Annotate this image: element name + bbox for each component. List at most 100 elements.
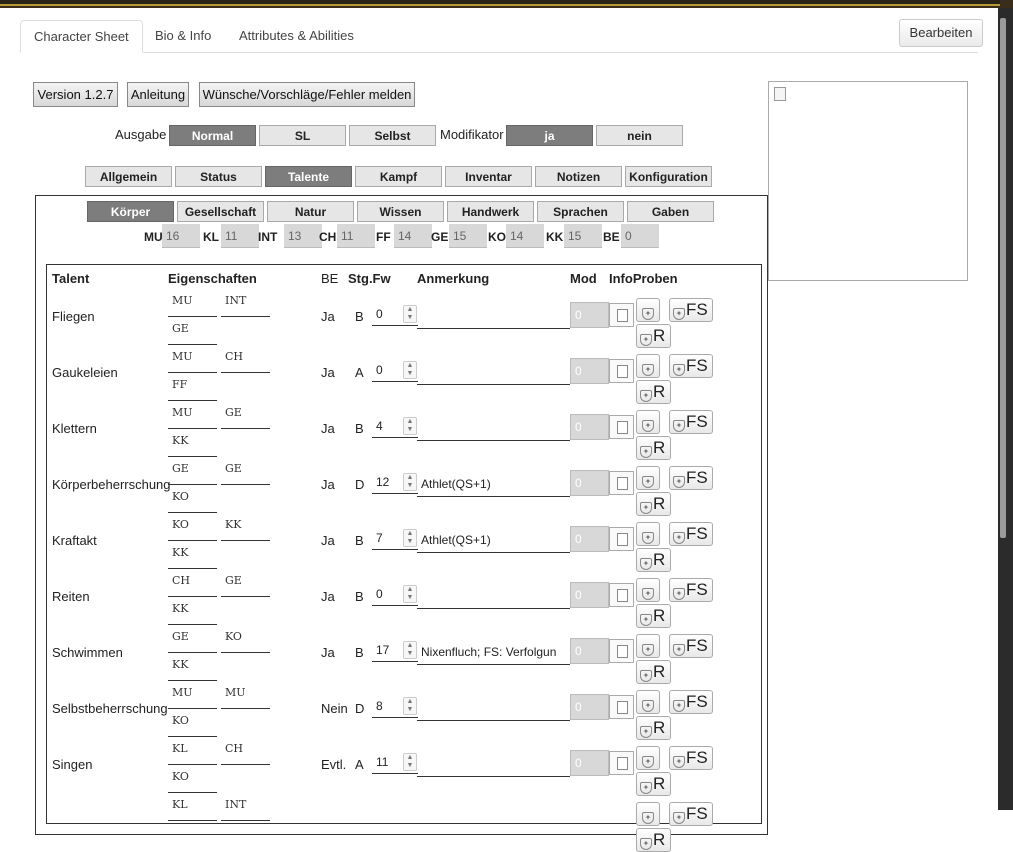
- probe-r-button[interactable]: ✦ R: [636, 716, 671, 740]
- anmerkung-input[interactable]: [417, 359, 570, 385]
- fw-spinner[interactable]: ▲ ▼: [403, 305, 417, 323]
- info-icon[interactable]: [609, 303, 634, 327]
- probe-button[interactable]: ✦: [636, 634, 660, 658]
- attribute-value-6[interactable]: 14: [506, 224, 544, 248]
- attribute-value-7[interactable]: 15: [564, 224, 602, 248]
- manual-button[interactable]: Anleitung: [127, 82, 189, 107]
- eigenschaft-3[interactable]: KK: [168, 543, 217, 569]
- attribute-value-4[interactable]: 14: [394, 224, 432, 248]
- eigenschaft-3[interactable]: KO: [168, 487, 217, 513]
- modifikator-option-nein[interactable]: nein: [596, 125, 683, 146]
- eigenschaft-1[interactable]: KL: [168, 739, 217, 765]
- info-icon[interactable]: [609, 695, 634, 719]
- probe-fs-button[interactable]: ✦ FS: [669, 690, 713, 714]
- eigenschaft-2[interactable]: CH: [221, 347, 270, 373]
- attribute-value-8[interactable]: 0: [621, 224, 659, 248]
- fw-spinner[interactable]: ▲ ▼: [403, 417, 417, 435]
- tab-attributes-abilities[interactable]: Attributes & Abilities: [226, 20, 367, 53]
- eigenschaft-1[interactable]: GE: [168, 627, 217, 653]
- eigenschaft-3[interactable]: KK: [168, 655, 217, 681]
- eigenschaft-1[interactable]: GE: [168, 459, 217, 485]
- edit-button[interactable]: Bearbeiten: [899, 19, 983, 47]
- fertigkeitswert-input[interactable]: 0 ▲ ▼: [372, 584, 418, 606]
- fertigkeitswert-input[interactable]: 17 ▲ ▼: [372, 640, 418, 662]
- section-tab-talente[interactable]: Talente: [265, 166, 352, 187]
- probe-button[interactable]: ✦: [636, 802, 660, 826]
- fertigkeitswert-input[interactable]: 12 ▲ ▼: [372, 472, 418, 494]
- probe-button[interactable]: ✦: [636, 298, 660, 322]
- probe-button[interactable]: ✦: [636, 578, 660, 602]
- character-portrait[interactable]: [768, 81, 968, 281]
- eigenschaft-2[interactable]: GE: [221, 403, 270, 429]
- mod-input[interactable]: 0: [570, 414, 609, 440]
- probe-r-button[interactable]: ✦ R: [636, 436, 671, 460]
- fertigkeitswert-input[interactable]: 4 ▲ ▼: [372, 416, 418, 438]
- fertigkeitswert-input[interactable]: 11 ▲ ▼: [372, 752, 418, 774]
- eigenschaft-1[interactable]: MU: [168, 291, 217, 317]
- section-tab-konfiguration[interactable]: Konfiguration: [625, 166, 712, 187]
- info-icon[interactable]: [609, 583, 634, 607]
- modifikator-option-ja[interactable]: ja: [506, 125, 593, 146]
- category-tab-sprachen[interactable]: Sprachen: [537, 201, 624, 222]
- mod-input[interactable]: 0: [570, 470, 609, 496]
- attribute-value-0[interactable]: 16: [162, 224, 200, 248]
- probe-fs-button[interactable]: ✦ FS: [669, 298, 713, 322]
- fw-spinner[interactable]: ▲ ▼: [403, 473, 417, 491]
- info-icon[interactable]: [609, 471, 634, 495]
- category-tab-gaben[interactable]: Gaben: [627, 201, 714, 222]
- eigenschaft-1[interactable]: MU: [168, 347, 217, 373]
- mod-input[interactable]: 0: [570, 750, 609, 776]
- info-icon[interactable]: [609, 639, 634, 663]
- section-tab-kampf[interactable]: Kampf: [355, 166, 442, 187]
- anmerkung-input[interactable]: [417, 583, 570, 609]
- section-tab-inventar[interactable]: Inventar: [445, 166, 532, 187]
- probe-button[interactable]: ✦: [636, 746, 660, 770]
- probe-r-button[interactable]: ✦ R: [636, 772, 671, 796]
- anmerkung-input[interactable]: [417, 303, 570, 329]
- probe-button[interactable]: ✦: [636, 466, 660, 490]
- eigenschaft-3[interactable]: FF: [168, 375, 217, 401]
- section-tab-notizen[interactable]: Notizen: [535, 166, 622, 187]
- info-icon[interactable]: [609, 415, 634, 439]
- mod-input[interactable]: 0: [570, 694, 609, 720]
- probe-button[interactable]: ✦: [636, 410, 660, 434]
- probe-fs-button[interactable]: ✦ FS: [669, 802, 713, 826]
- eigenschaft-2[interactable]: INT: [221, 795, 270, 821]
- ausgabe-option-sl[interactable]: SL: [259, 125, 346, 146]
- fw-spinner[interactable]: ▲ ▼: [403, 361, 417, 379]
- mod-input[interactable]: 0: [570, 526, 609, 552]
- probe-r-button[interactable]: ✦ R: [636, 380, 671, 404]
- category-tab-natur[interactable]: Natur: [267, 201, 354, 222]
- fw-spinner[interactable]: ▲ ▼: [403, 753, 417, 771]
- right-scrollbar-area[interactable]: [998, 8, 1013, 810]
- feedback-button[interactable]: Wünsche/Vorschläge/Fehler melden: [199, 82, 415, 107]
- section-tab-status[interactable]: Status: [175, 166, 262, 187]
- probe-button[interactable]: ✦: [636, 354, 660, 378]
- probe-fs-button[interactable]: ✦ FS: [669, 466, 713, 490]
- info-icon[interactable]: [609, 527, 634, 551]
- category-tab-koerper[interactable]: Körper: [87, 201, 174, 222]
- probe-r-button[interactable]: ✦ R: [636, 548, 671, 572]
- tab-character-sheet[interactable]: Character Sheet: [20, 20, 143, 53]
- ausgabe-option-selbst[interactable]: Selbst: [349, 125, 436, 146]
- category-tab-handwerk[interactable]: Handwerk: [447, 201, 534, 222]
- probe-fs-button[interactable]: ✦ FS: [669, 354, 713, 378]
- probe-fs-button[interactable]: ✦ FS: [669, 410, 713, 434]
- probe-button[interactable]: ✦: [636, 522, 660, 546]
- anmerkung-input[interactable]: [417, 415, 570, 441]
- category-tab-wissen[interactable]: Wissen: [357, 201, 444, 222]
- eigenschaft-2[interactable]: GE: [221, 459, 270, 485]
- fertigkeitswert-input[interactable]: 8 ▲ ▼: [372, 696, 418, 718]
- fertigkeitswert-input[interactable]: 7 ▲ ▼: [372, 528, 418, 550]
- eigenschaft-3[interactable]: KO: [168, 767, 217, 793]
- eigenschaft-3[interactable]: KK: [168, 431, 217, 457]
- eigenschaft-2[interactable]: CH: [221, 739, 270, 765]
- eigenschaft-3[interactable]: KK: [168, 599, 217, 625]
- probe-r-button[interactable]: ✦ R: [636, 492, 671, 516]
- probe-r-button[interactable]: ✦ R: [636, 660, 671, 684]
- eigenschaft-1[interactable]: CH: [168, 571, 217, 597]
- eigenschaft-2[interactable]: GE: [221, 571, 270, 597]
- fw-spinner[interactable]: ▲ ▼: [403, 529, 417, 547]
- version-button[interactable]: Version 1.2.7: [33, 82, 118, 107]
- anmerkung-input[interactable]: Athlet(QS+1): [417, 471, 570, 497]
